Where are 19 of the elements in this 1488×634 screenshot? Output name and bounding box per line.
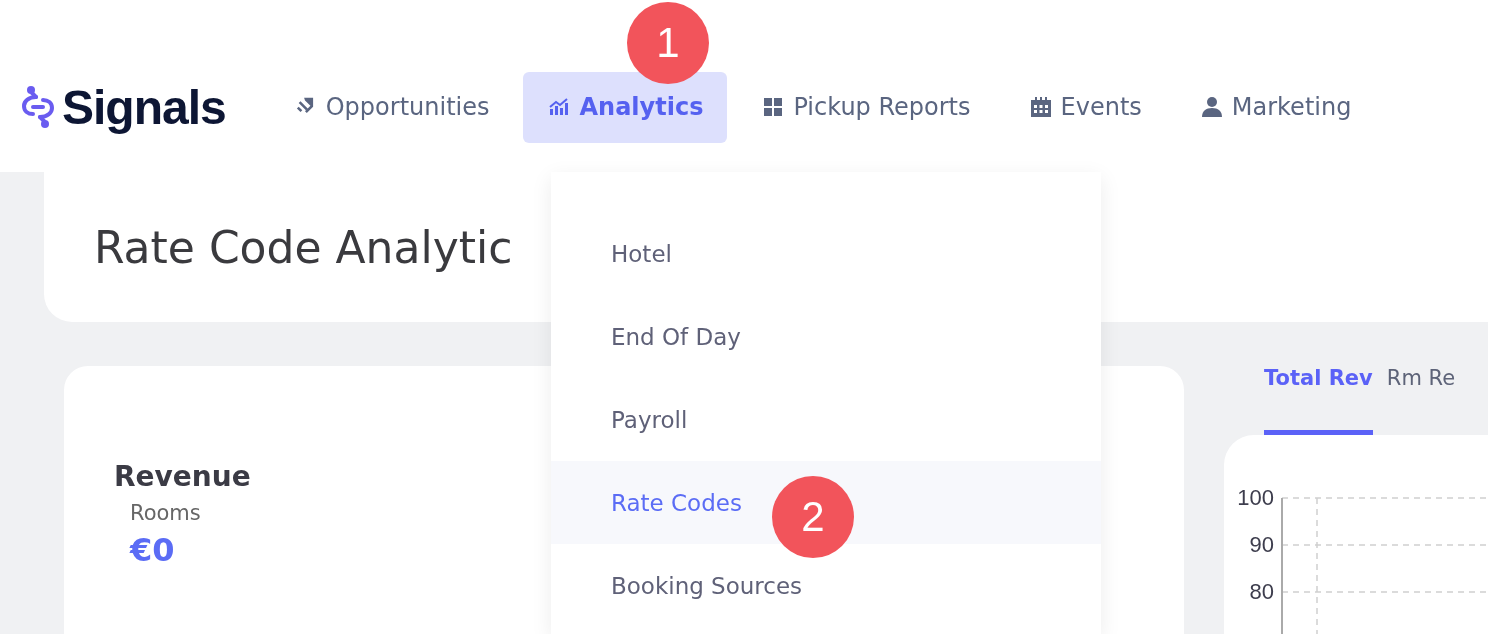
card-title: Revenue <box>114 460 251 493</box>
chart-tab[interactable]: Rm Re <box>1386 366 1456 435</box>
nav-tab[interactable]: Opportunities <box>269 71 514 143</box>
calendar-icon <box>1028 95 1053 119</box>
menu-item[interactable]: End Of Day <box>551 295 1101 378</box>
nav-tab[interactable]: Events <box>1004 71 1166 143</box>
person-icon <box>1199 95 1224 119</box>
page-title: Rate Code Analytic <box>94 221 513 273</box>
revenue-value: €0 <box>130 531 175 569</box>
nav-tab[interactable]: Analytics <box>523 71 728 143</box>
y-tick-label: 100 <box>1237 485 1274 510</box>
card-subtitle: Rooms <box>130 501 201 525</box>
y-tick-label: 80 <box>1249 579 1274 604</box>
menu-item[interactable]: Payroll <box>551 378 1101 461</box>
nav-tab[interactable]: Marketing <box>1175 71 1376 143</box>
menu-item[interactable]: Hotel <box>551 212 1101 295</box>
nav-tab[interactable]: Pickup Reports <box>737 71 995 143</box>
y-tick-label: 90 <box>1249 532 1274 557</box>
logo-text: Signals <box>62 79 226 135</box>
